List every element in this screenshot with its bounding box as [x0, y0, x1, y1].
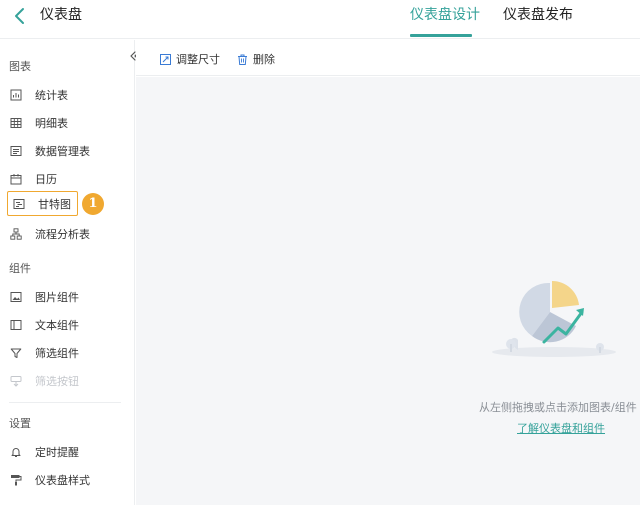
sidebar-item-label: 定时提醒	[35, 446, 79, 459]
resize-label: 调整尺寸	[176, 53, 220, 66]
active-tab-indicator	[410, 34, 472, 37]
step-badge: 1	[82, 193, 104, 215]
sidebar-item-filter-component[interactable]: 筛选组件	[10, 342, 79, 364]
sidebar-item-stat-table[interactable]: 统计表	[10, 84, 68, 106]
sidebar-divider	[9, 402, 121, 403]
trash-icon	[238, 54, 247, 65]
sidebar-item-gantt[interactable]: 甘特图	[7, 191, 78, 216]
sidebar-item-label: 甘特图	[38, 197, 71, 211]
sidebar-item-text-component[interactable]: 文本组件	[10, 314, 79, 336]
sidebar-item-data-management-table[interactable]: 数据管理表	[10, 140, 90, 162]
filter-icon	[10, 348, 22, 358]
delete-button[interactable]: 删除	[237, 51, 275, 67]
sidebar-item-calendar[interactable]: 日历	[10, 168, 57, 190]
sidebar-item-label: 数据管理表	[35, 145, 90, 158]
paint-roller-icon	[11, 475, 22, 486]
sidebar-item-label: 文本组件	[35, 319, 79, 332]
text-icon	[10, 320, 22, 330]
empty-state-text: 从左侧拖拽或点击添加图表/组件	[479, 401, 637, 414]
sidebar-item-label: 筛选按钮	[35, 375, 79, 388]
gantt-icon	[13, 198, 25, 209]
back-arrow-icon[interactable]	[12, 7, 28, 25]
image-icon	[10, 292, 22, 302]
sidebar-item-label: 筛选组件	[35, 347, 79, 360]
sidebar-item-label: 统计表	[35, 89, 68, 102]
sidebar-item-label: 明细表	[35, 117, 68, 130]
top-header: 仪表盘 仪表盘设计 仪表盘发布	[0, 0, 640, 39]
app-root: 仪表盘 仪表盘设计 仪表盘发布 图表 统计表 明细表 数据管理表 日历 甘特图 …	[0, 0, 640, 505]
data-table-icon	[10, 146, 22, 156]
grid-table-icon	[10, 118, 22, 128]
sidebar-item-label: 流程分析表	[35, 228, 90, 241]
page-title: 仪表盘	[40, 7, 82, 23]
resize-button[interactable]: 调整尺寸	[160, 51, 220, 67]
canvas-toolbar: 调整尺寸 删除	[136, 40, 640, 76]
sidebar-item-label: 仪表盘样式	[35, 474, 90, 487]
sidebar-item-scheduled-reminder[interactable]: 定时提醒	[10, 441, 79, 463]
delete-label: 删除	[253, 53, 275, 66]
empty-state-chart-icon	[492, 280, 616, 357]
stat-table-icon	[10, 89, 22, 101]
sidebar-item-image-component[interactable]: 图片组件	[10, 286, 79, 308]
filter-button-icon	[10, 376, 22, 387]
flow-icon	[10, 228, 22, 240]
sidebar-item-flow-analysis[interactable]: 流程分析表	[10, 223, 90, 245]
section-title-charts: 图表	[9, 60, 31, 73]
sidebar-item-filter-button: 筛选按钮	[10, 370, 79, 392]
sidebar-item-dashboard-style[interactable]: 仪表盘样式	[10, 469, 90, 491]
resize-icon	[160, 53, 171, 65]
calendar-icon	[10, 174, 22, 185]
section-title-settings: 设置	[9, 417, 31, 430]
section-title-components: 组件	[9, 262, 31, 275]
sidebar-item-label: 图片组件	[35, 291, 79, 304]
sidebar-item-detail-table[interactable]: 明细表	[10, 112, 68, 134]
tab-dashboard-design[interactable]: 仪表盘设计	[410, 6, 480, 24]
tab-dashboard-publish[interactable]: 仪表盘发布	[503, 6, 573, 24]
learn-more-link[interactable]: 了解仪表盘和组件	[517, 420, 605, 436]
sidebar-item-label: 日历	[35, 173, 57, 186]
bell-icon	[11, 448, 21, 457]
